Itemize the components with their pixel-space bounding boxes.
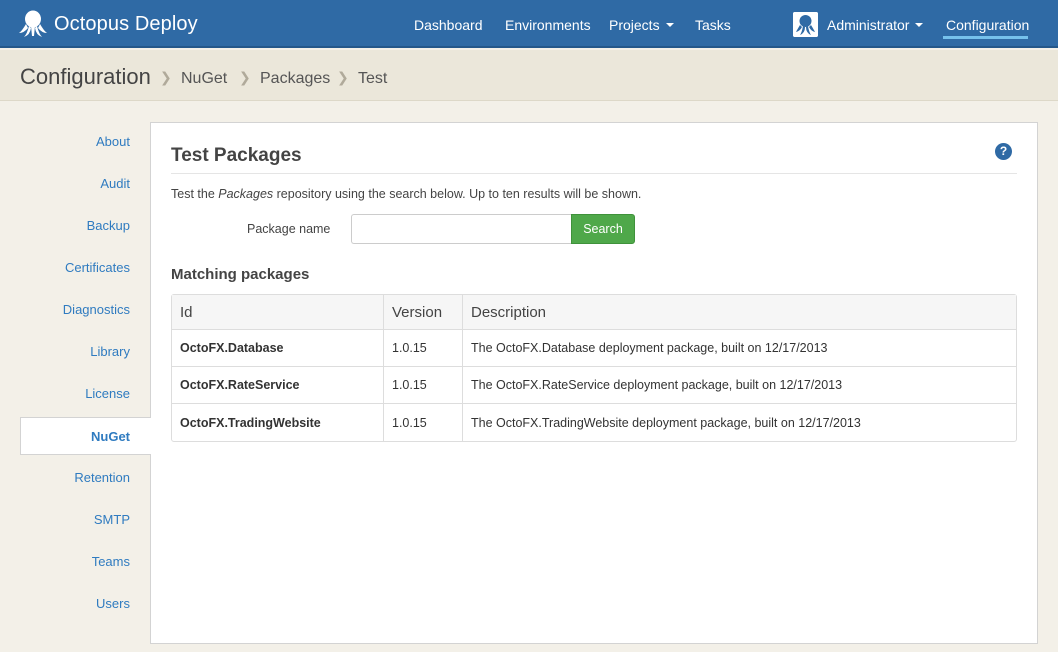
description-text: repository using the search below. Up to… (273, 187, 642, 201)
sidebar-item-backup[interactable]: Backup (20, 207, 151, 245)
package-id: OctoFX.Database (172, 330, 383, 367)
matching-packages-title: Matching packages (171, 266, 310, 283)
page-title: Test Packages (171, 145, 302, 166)
sidebar-item-smtp[interactable]: SMTP (20, 501, 151, 539)
table-row: OctoFX.Database 1.0.15 The OctoFX.Databa… (172, 330, 1016, 367)
nav-dashboard[interactable]: Dashboard (414, 17, 483, 33)
package-description: The OctoFX.RateService deployment packag… (462, 367, 1016, 404)
breadcrumb-packages[interactable]: Packages (260, 70, 330, 88)
sidebar-item-certificates[interactable]: Certificates (20, 249, 151, 287)
breadcrumb-root[interactable]: Configuration (20, 64, 151, 90)
user-avatar-icon (793, 12, 818, 37)
package-version: 1.0.15 (383, 330, 462, 367)
description-text: Test the (171, 187, 219, 201)
package-description: The OctoFX.TradingWebsite deployment pac… (462, 404, 1016, 441)
column-header-description: Description (462, 295, 1016, 330)
title-divider (171, 173, 1017, 174)
breadcrumb-chevron-icon: ❯ (160, 69, 172, 85)
content-panel: Test Packages ? Test the Packages reposi… (150, 122, 1038, 644)
description-repository-name: Packages (218, 187, 274, 201)
question-circle-icon[interactable]: ? (995, 143, 1012, 160)
table-header-row: Id Version Description (172, 295, 1016, 330)
chevron-down-icon (915, 23, 924, 27)
page-description: Test the Packages repository using the s… (171, 187, 641, 201)
sidebar-item-library[interactable]: Library (20, 333, 151, 371)
package-id: OctoFX.TradingWebsite (180, 415, 321, 430)
column-header-version: Version (383, 295, 462, 330)
sidebar-item-diagnostics[interactable]: Diagnostics (20, 291, 151, 329)
nav-active-indicator (943, 36, 1028, 39)
sidebar-item-users[interactable]: Users (20, 585, 151, 623)
package-id: OctoFX.RateService (172, 367, 383, 404)
brand-name: Octopus Deploy (54, 12, 198, 35)
octopus-logo-icon (19, 10, 47, 37)
search-button[interactable]: Search (571, 214, 635, 244)
sidebar-item-retention[interactable]: Retention (20, 459, 151, 497)
breadcrumb-nuget[interactable]: NuGet (181, 70, 227, 88)
package-description: The OctoFX.Database deployment package, … (462, 330, 1016, 367)
package-name-label: Package name (247, 222, 331, 236)
nav-projects-label: Projects (609, 17, 660, 33)
user-menu[interactable]: Administrator (827, 17, 924, 33)
package-version: 1.0.15 (383, 367, 462, 404)
sidebar-item-teams[interactable]: Teams (20, 543, 151, 581)
column-header-id: Id (172, 295, 383, 330)
sidebar-item-license[interactable]: License (20, 375, 151, 413)
nav-environments[interactable]: Environments (505, 17, 591, 33)
nav-configuration[interactable]: Configuration (946, 17, 1029, 33)
breadcrumb-test: Test (358, 70, 388, 87)
sidebar-item-about[interactable]: About (20, 123, 151, 161)
breadcrumb: Configuration ❯ NuGet ❯ Packages ❯ Test (0, 50, 1058, 101)
chevron-down-icon (665, 23, 674, 27)
top-navbar: Octopus Deploy Dashboard Environments Pr… (0, 0, 1058, 48)
packages-table: Id Version Description OctoFX.Database 1… (171, 294, 1017, 442)
sidebar-item-nuget[interactable]: NuGet (20, 417, 151, 455)
breadcrumb-chevron-icon: ❯ (239, 69, 251, 85)
table-row: OctoFX.RateService 1.0.15 The OctoFX.Rat… (172, 367, 1016, 404)
breadcrumb-chevron-icon: ❯ (337, 69, 349, 85)
sidebar-item-audit[interactable]: Audit (20, 165, 151, 203)
package-name-input[interactable] (351, 214, 572, 244)
table-row: OctoFX.TradingWebsite 1.0.15 The OctoFX.… (172, 404, 1016, 441)
package-version: 1.0.15 (383, 404, 462, 441)
brand-link[interactable]: Octopus Deploy (18, 8, 198, 40)
user-name: Administrator (827, 17, 910, 33)
nav-tasks[interactable]: Tasks (695, 17, 731, 33)
nav-projects[interactable]: Projects (609, 17, 674, 33)
